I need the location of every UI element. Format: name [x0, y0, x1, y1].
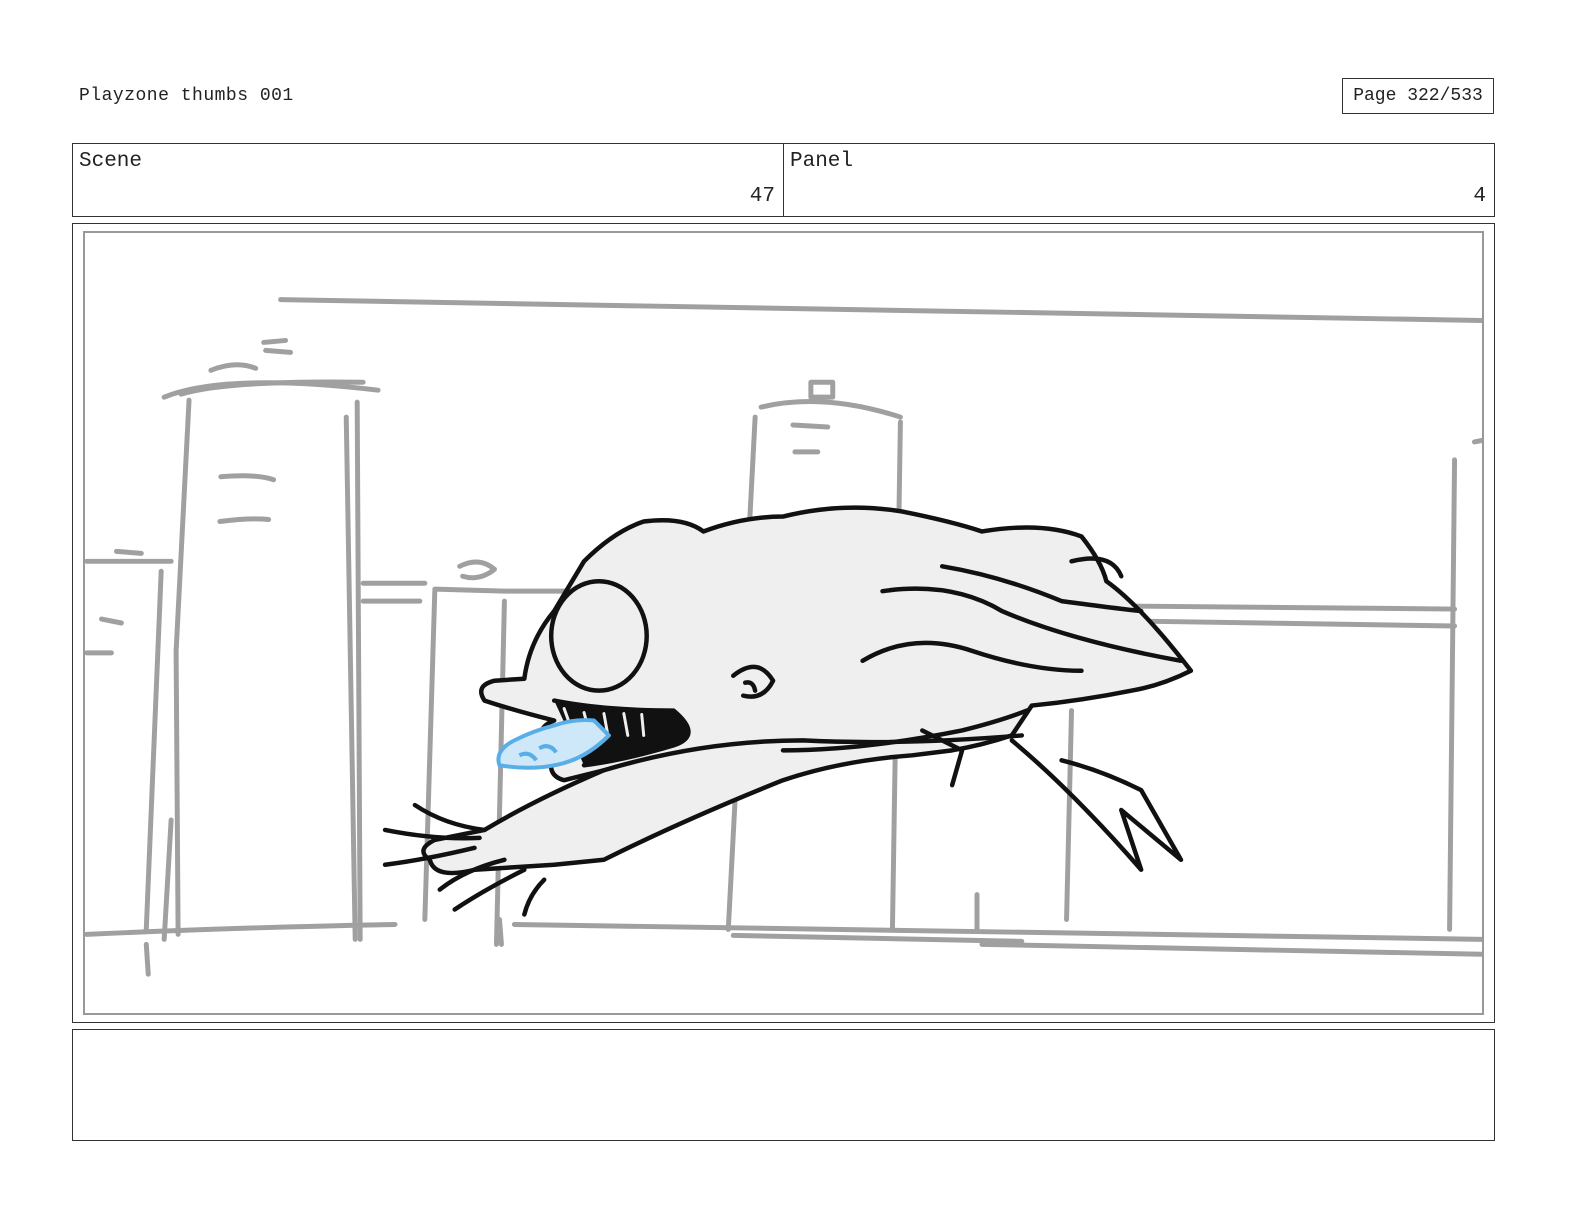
page-indicator: Page 322/533	[1342, 78, 1494, 114]
panel-number: 4	[1473, 185, 1486, 208]
scene-cell: Scene 47	[73, 144, 783, 216]
panel-cell: Panel 4	[783, 144, 1494, 216]
document-title: Playzone thumbs 001	[79, 86, 294, 106]
storyboard-panel-image	[83, 231, 1484, 1015]
scene-label: Scene	[79, 150, 143, 173]
scene-panel-info: Scene 47 Panel 4	[72, 143, 1495, 217]
storyboard-frame	[72, 223, 1495, 1023]
sketch-drawing	[85, 297, 1482, 977]
scene-number: 47	[749, 185, 775, 208]
notes-area	[72, 1029, 1495, 1141]
panel-label: Panel	[790, 150, 854, 173]
